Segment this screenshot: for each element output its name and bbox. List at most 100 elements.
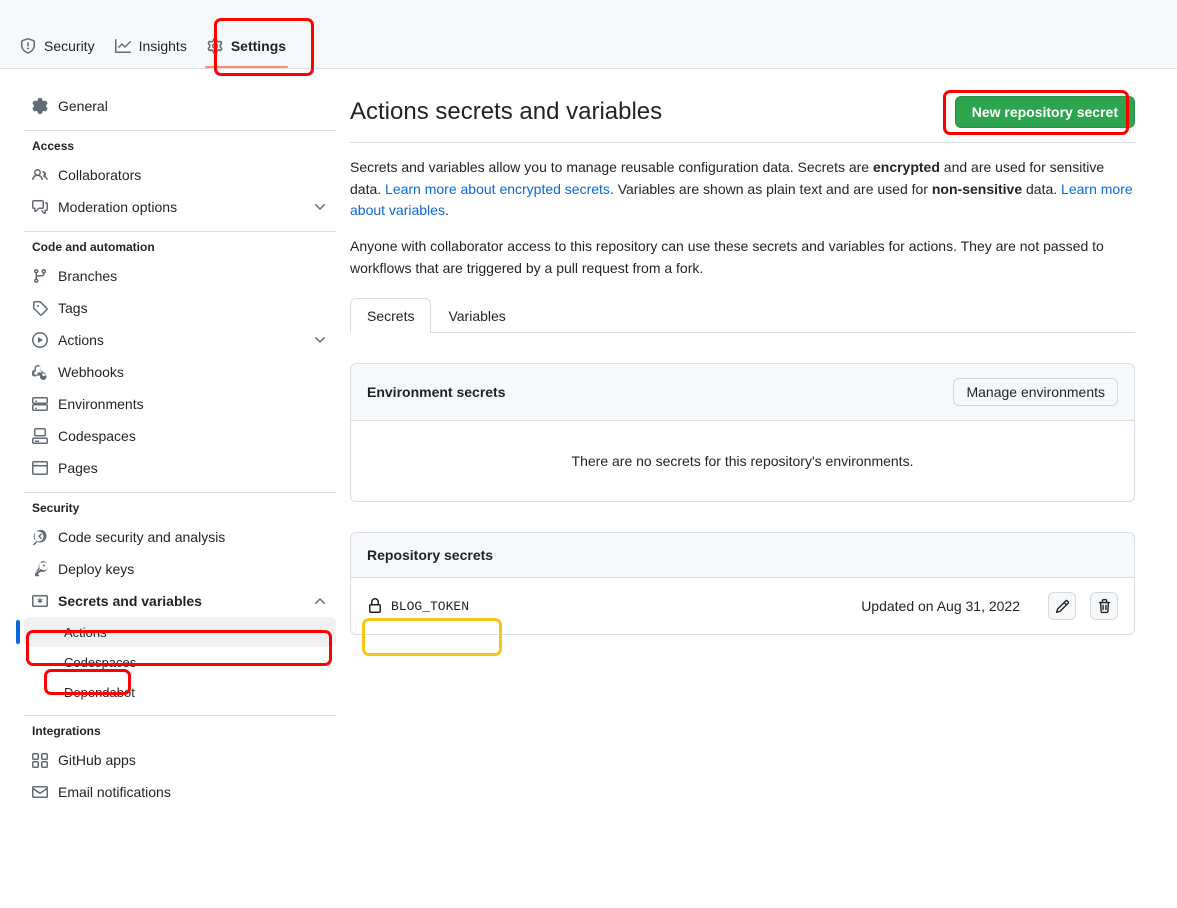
shield-icon: [20, 37, 36, 54]
sidebar-subitem-dependabot-label: Dependabot: [64, 684, 135, 700]
sidebar-item-codespaces-label: Codespaces: [58, 428, 136, 444]
desc-bold-non-sensitive: non-sensitive: [931, 180, 1023, 197]
tab-variables[interactable]: Variables: [431, 298, 522, 333]
repository-nav-list: Security Insights Settings: [10, 0, 296, 68]
chevron-up-icon: [312, 593, 328, 609]
environment-secrets-header: Environment secrets Manage environments: [351, 364, 1134, 422]
desc-part-1: Secrets and variables allow you to manag…: [350, 159, 873, 175]
repository-nav-bar: Security Insights Settings: [0, 0, 1177, 69]
codespaces-icon: [32, 428, 48, 444]
environment-secrets-title: Environment secrets: [367, 384, 506, 401]
sidebar-item-collaborators-label: Collaborators: [58, 167, 142, 183]
sidebar-item-deploy-keys[interactable]: Deploy keys: [24, 553, 336, 585]
chevron-down-icon: [312, 199, 328, 215]
nav-tab-insights-label: Insights: [138, 37, 187, 54]
sidebar-item-pages[interactable]: Pages: [24, 452, 336, 484]
sidebar-item-deploy-keys-label: Deploy keys: [58, 561, 135, 577]
desc-part-5: .: [444, 202, 449, 219]
sidebar-item-tags-label: Tags: [58, 300, 88, 316]
sidebar-subitem-actions[interactable]: Actions: [16, 617, 336, 647]
people-icon: [32, 167, 48, 183]
sidebar-item-environments-label: Environments: [58, 396, 144, 412]
server-icon: [32, 396, 48, 412]
sidebar-item-collaborators[interactable]: Collaborators: [24, 159, 336, 191]
desc-part-4: data.: [1022, 180, 1062, 197]
sidebar-heading-access: Access: [32, 139, 75, 153]
environment-secrets-box: Environment secrets Manage environments …: [350, 363, 1135, 503]
sidebar-item-secrets-and-variables-label: Secrets and variables: [58, 593, 202, 609]
title-divider: [350, 142, 1135, 143]
trash-icon[interactable]: [1090, 592, 1118, 621]
git-branch-icon: [32, 268, 48, 284]
sidebar-subitem-dependabot[interactable]: Dependabot: [24, 677, 336, 707]
webhook-icon: [32, 364, 48, 380]
sidebar-divider-4: [24, 715, 336, 716]
sidebar-heading-security: Security: [32, 501, 80, 515]
page-title: Actions secrets and variables: [350, 98, 663, 125]
sidebar-item-secrets-and-variables[interactable]: Secrets and variables: [24, 585, 336, 617]
sidebar-divider-1: [24, 130, 336, 131]
apps-icon: [32, 752, 48, 768]
nav-tab-security-label: Security: [44, 37, 95, 54]
description-paragraph-1: Secrets and variables allow you to manag…: [350, 157, 1135, 222]
lock-icon: [367, 598, 383, 614]
sidebar-heading-code-and-automation: Code and automation: [32, 240, 155, 254]
sidebar-item-general[interactable]: General: [24, 90, 336, 122]
sidebar-divider-3: [24, 492, 336, 493]
sidebar-item-code-security-label: Code security and analysis: [58, 529, 226, 545]
pencil-icon[interactable]: [1048, 592, 1076, 621]
secret-updated-date: Updated on Aug 31, 2022: [861, 598, 1020, 615]
sidebar-item-email-notifications[interactable]: Email notifications: [24, 776, 336, 808]
environment-secrets-empty-message: There are no secrets for this repository…: [571, 453, 914, 470]
sidebar-item-moderation-options[interactable]: Moderation options: [24, 191, 336, 223]
desc-part-3: . Variables are shown as plain text and …: [609, 180, 932, 197]
sidebar-item-environments[interactable]: Environments: [24, 388, 336, 420]
repository-secrets-title: Repository secrets: [367, 547, 494, 564]
nav-tab-security[interactable]: Security: [10, 23, 105, 68]
learn-more-encrypted-secrets-link[interactable]: Learn more about encrypted secrets: [385, 181, 610, 197]
sidebar-item-webhooks[interactable]: Webhooks: [24, 356, 336, 388]
secret-name[interactable]: BLOG_TOKEN: [391, 599, 469, 614]
sidebar-item-code-security-and-analysis[interactable]: Code security and analysis: [24, 521, 336, 553]
nav-tab-settings[interactable]: Settings: [197, 23, 296, 68]
graph-icon: [114, 38, 131, 54]
sidebar-subitem-actions-label: Actions: [64, 624, 107, 640]
sidebar-item-general-label: General: [58, 98, 108, 114]
description-paragraph-2: Anyone with collaborator access to this …: [350, 238, 1104, 276]
tag-icon: [32, 300, 48, 316]
sidebar-item-email-notifications-label: Email notifications: [58, 784, 171, 800]
nav-tab-settings-label: Settings: [230, 37, 287, 54]
browser-icon: [32, 460, 48, 476]
sidebar-item-codespaces[interactable]: Codespaces: [24, 420, 336, 452]
sidebar-item-actions-label: Actions: [58, 332, 104, 348]
comment-discussion-icon: [32, 199, 48, 215]
gear-icon: [32, 98, 48, 114]
asterisk-key-icon: [32, 593, 48, 609]
sidebar-heading-integrations: Integrations: [32, 724, 101, 738]
sidebar-item-github-apps-label: GitHub apps: [58, 752, 136, 768]
gear-icon: [207, 37, 223, 54]
nav-tab-insights[interactable]: Insights: [105, 23, 197, 68]
manage-environments-button[interactable]: Manage environments: [953, 378, 1118, 407]
sidebar-item-actions[interactable]: Actions: [24, 324, 336, 356]
sidebar-item-tags[interactable]: Tags: [24, 292, 336, 324]
tab-secrets[interactable]: Secrets: [350, 298, 432, 335]
repository-secrets-box: Repository secrets BLOG_TOKEN Updated on…: [350, 532, 1135, 636]
table-row: BLOG_TOKEN Updated on Aug 31, 2022: [351, 578, 1134, 634]
sidebar-item-github-apps[interactable]: GitHub apps: [24, 744, 336, 776]
sidebar-item-webhooks-label: Webhooks: [58, 364, 124, 380]
settings-sidebar: General Access Collaborators Moderation …: [16, 90, 336, 808]
sidebar-subitem-codespaces[interactable]: Codespaces: [24, 647, 336, 677]
key-icon: [32, 561, 48, 577]
page-title-row: Actions secrets and variables New reposi…: [350, 90, 1135, 134]
play-icon: [32, 332, 48, 348]
sidebar-subitem-codespaces-label: Codespaces: [64, 654, 137, 670]
sidebar-item-branches[interactable]: Branches: [24, 260, 336, 292]
sidebar-item-branches-label: Branches: [58, 268, 118, 284]
sidebar-divider-2: [24, 231, 336, 232]
sidebar-item-pages-label: Pages: [58, 460, 98, 476]
new-repository-secret-button[interactable]: New repository secret: [954, 96, 1135, 128]
repository-secrets-header: Repository secrets: [351, 533, 1134, 579]
codescan-icon: [32, 529, 48, 545]
chevron-down-icon: [312, 332, 328, 348]
